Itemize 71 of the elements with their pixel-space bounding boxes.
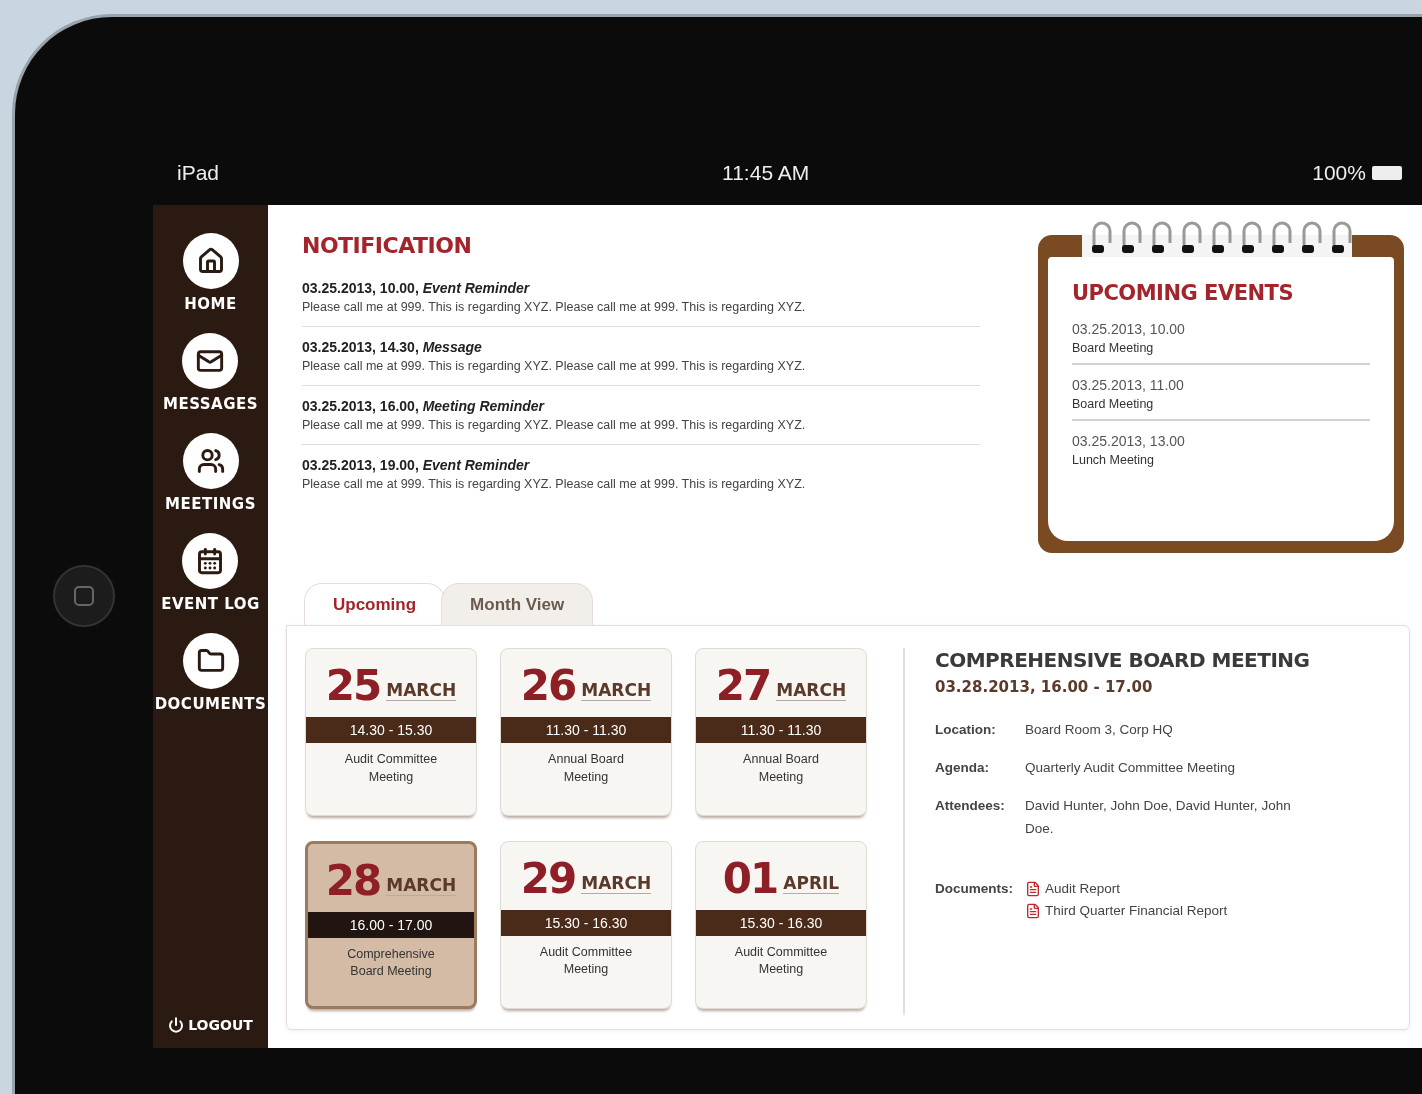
- tab[interactable]: Month View: [441, 583, 594, 625]
- sidebar-item[interactable]: MEETINGS: [165, 433, 256, 513]
- time-range: 16.00 - 17.00: [308, 911, 474, 938]
- event-name: Lunch Meeting: [1072, 453, 1155, 467]
- field-label: Agenda:: [935, 759, 990, 777]
- sidebar-item[interactable]: EVENT LOG: [161, 533, 260, 613]
- month-name: MARCH: [386, 874, 457, 896]
- event-card[interactable]: 28 MARCH 16.00 - 17.00 Comprehensive Board Meeting: [305, 840, 477, 1009]
- event-name: Board Meeting: [1072, 341, 1155, 355]
- notification-title: 03.25.2013, 14.30, Message: [302, 339, 483, 355]
- logout-button[interactable]: LOGOUT: [162, 1016, 259, 1034]
- notification-title: 03.25.2013, 19.00, Event Reminder: [302, 457, 531, 473]
- month-name: MARCH: [581, 872, 652, 894]
- clock-time: 11:45 AM: [722, 160, 810, 185]
- field-value: Quarterly Audit Committee Meeting: [1025, 758, 1237, 777]
- field-value: David Hunter, John Doe, David Hunter, John Doe.: [1025, 796, 1292, 838]
- meeting-datetime: 03.28.2013, 16.00 - 17.00: [935, 678, 1154, 696]
- sidebar-item[interactable]: MESSAGES: [162, 333, 259, 413]
- event-title: Audit Committee Meeting: [733, 943, 829, 978]
- notification-message: Please call me at 999. This is regarding XYZ. Please call me at 999. This is regarding XYZ.: [302, 300, 807, 314]
- day-number: 01: [722, 857, 778, 900]
- meeting-title: COMPREHENSIVE BOARD MEETING: [935, 648, 1311, 672]
- field-value: Board Room 3, Corp HQ: [1025, 721, 1174, 739]
- notification-message: Please call me at 999. This is regarding XYZ. Please call me at 999. This is regarding XYZ.: [302, 359, 807, 373]
- time-range: 11.30 - 11.30: [501, 717, 671, 743]
- day-number: 29: [520, 857, 576, 900]
- event-name: Board Meeting: [1072, 397, 1155, 411]
- event-card[interactable]: 26 MARCH 11.30 - 11.30 Annual Board Meeting: [500, 648, 672, 816]
- field-label: Location:: [935, 722, 997, 739]
- time-range: 11.30 - 11.30: [696, 717, 866, 743]
- event-title: Annual Board Meeting: [547, 751, 625, 786]
- notification-message: Please call me at 999. This is regarding XYZ. Please call me at 999. This is regarding XYZ.: [302, 477, 807, 491]
- document-link[interactable]: Audit Report: [1025, 880, 1228, 897]
- pdf-file-icon: [1025, 902, 1041, 919]
- event-card[interactable]: 25 MARCH 14.30 - 15.30 Audit Committee Meeting: [305, 648, 477, 816]
- day-number: 28: [325, 859, 381, 902]
- month-name: MARCH: [386, 680, 457, 701]
- field-label: Attendees:: [935, 797, 1006, 815]
- event-card[interactable]: 29 MARCH 15.30 - 16.30 Audit Committee Meeting: [500, 840, 672, 1009]
- notification-title: 03.25.2013, 16.00, Meeting Reminder: [302, 398, 546, 414]
- day-number: 25: [325, 665, 381, 707]
- device-name: iPad: [177, 160, 220, 185]
- event-title: Audit Committee Meeting: [538, 943, 634, 978]
- month-name: MARCH: [776, 680, 847, 701]
- document-link[interactable]: Third Quarter Financial Report: [1025, 902, 1228, 919]
- notification-heading: NOTIFICATION: [302, 233, 473, 258]
- event-card[interactable]: 01 APRIL 15.30 - 16.30 Audit Committee Meeting: [695, 840, 867, 1009]
- day-number: 26: [520, 665, 576, 707]
- event-datetime: 03.25.2013, 10.00: [1072, 321, 1186, 337]
- upcoming-events-heading: UPCOMING EVENTS: [1072, 281, 1294, 305]
- month-name: APRIL: [783, 872, 840, 894]
- event-card[interactable]: 27 MARCH 11.30 - 11.30 Annual Board Meeting: [695, 648, 867, 816]
- time-range: 15.30 - 16.30: [501, 909, 671, 936]
- event-datetime: 03.25.2013, 11.00: [1072, 377, 1185, 393]
- event-title: Audit Committee Meeting: [343, 751, 439, 786]
- notification-message: Please call me at 999. This is regarding XYZ. Please call me at 999. This is regarding XYZ.: [302, 418, 807, 432]
- power-icon: [168, 1017, 185, 1033]
- month-name: MARCH: [581, 680, 652, 701]
- day-number: 27: [715, 665, 771, 707]
- field-label: Documents:: [935, 880, 1014, 898]
- battery-icon: [1372, 165, 1402, 180]
- notification-title: 03.25.2013, 10.00, Event Reminder: [302, 280, 531, 296]
- time-range: 14.30 - 15.30: [306, 717, 476, 743]
- event-datetime: 03.25.2013, 13.00: [1072, 433, 1186, 449]
- battery-percent: 100%: [1312, 160, 1402, 185]
- sidebar-item[interactable]: DOCUMENTS: [154, 633, 267, 713]
- time-range: 15.30 - 16.30: [696, 909, 866, 936]
- sidebar-item[interactable]: HOME: [182, 233, 239, 313]
- event-title: Comprehensive Board Meeting: [346, 945, 436, 980]
- pdf-file-icon: [1025, 880, 1041, 897]
- event-title: Annual Board Meeting: [742, 751, 820, 786]
